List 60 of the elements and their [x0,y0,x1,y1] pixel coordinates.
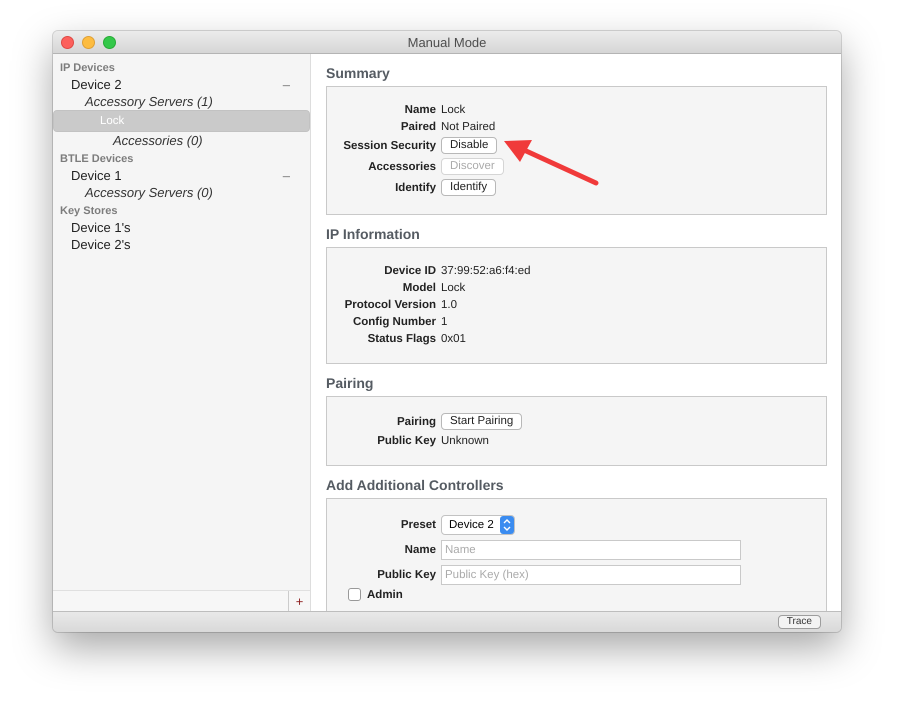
collapse-toggle[interactable]: – [282,167,290,184]
collapse-toggle[interactable]: – [282,76,290,93]
push-button[interactable]: Disable [441,137,498,154]
field-label: Paired [400,120,437,132]
field-label: Pairing [396,416,437,428]
input-field[interactable]: Name [441,540,741,560]
section-title: Pairing [326,375,374,391]
item-label: Device 1 [71,167,122,184]
chevron-icon [500,516,514,534]
sidebar-item[interactable]: Accessories (0) [53,132,310,149]
group-heading: BTLE Devices [59,152,134,167]
field-value: Lock [441,104,466,116]
close-button[interactable] [61,36,74,48]
field-label: Config Number [352,316,437,328]
input-field[interactable]: Public Key (hex) [441,564,741,584]
item-label: Accessory Servers (1) [85,93,213,110]
window-title: Manual Mode [408,34,486,50]
sidebar-item[interactable]: Device 2 – [53,76,310,93]
minimize-button[interactable] [82,36,95,48]
field-label: Session Security [342,140,437,152]
sidebar-item[interactable]: Accessory Servers (1) [53,93,310,110]
item-label: Device 2's [71,236,131,253]
group-heading: IP Devices [59,61,116,76]
zoom-button[interactable] [103,36,116,48]
group-heading: Key Stores [59,204,118,219]
section-title: Add Additional Controllers [326,477,505,493]
field-value: Not Paired [441,120,496,132]
sidebar-item[interactable]: Accessory Servers (0) [53,184,310,201]
section-title: Summary [326,65,391,81]
sidebar-item[interactable]: Device 2's [53,236,310,253]
field-label: Public Key [376,434,437,446]
field-label: Name [404,544,437,556]
push-button[interactable]: Identify [441,179,496,196]
field-value: 1 [441,316,448,328]
preset-select[interactable]: Device 2 [441,515,515,535]
field-label: Protocol Version [344,298,437,310]
field-value: Unknown [441,434,489,446]
trace-button[interactable]: Trace [778,615,821,629]
field-label: Device ID [383,264,437,276]
item-label: Accessories (0) [113,132,203,149]
field-value: Lock [441,282,466,294]
field-label: Status Flags [366,332,437,344]
checkbox-label: Admin [367,588,403,600]
field-label: Model [402,282,437,294]
field-value: 0x01 [441,332,466,344]
push-button[interactable]: Start Pairing [441,413,522,430]
sidebar-item[interactable]: Device 1's [53,219,310,236]
field-label: Preset [400,519,437,531]
section-title: IP Information [326,226,421,242]
item-label: Accessory Servers (0) [85,184,213,201]
field-value: 1.0 [441,298,457,310]
field-label: Accessories [367,160,437,172]
field-label: Identify [394,182,437,194]
item-label: Device 2 [71,76,122,93]
field-label: Name [404,104,437,116]
sidebar-item[interactable]: Device 1 – [53,167,310,184]
checkbox[interactable] [348,588,361,601]
field-label: Public Key [376,568,437,580]
item-label: Device 1's [71,219,131,236]
field-value: 37:99:52:a6:f4:ed [441,264,531,276]
